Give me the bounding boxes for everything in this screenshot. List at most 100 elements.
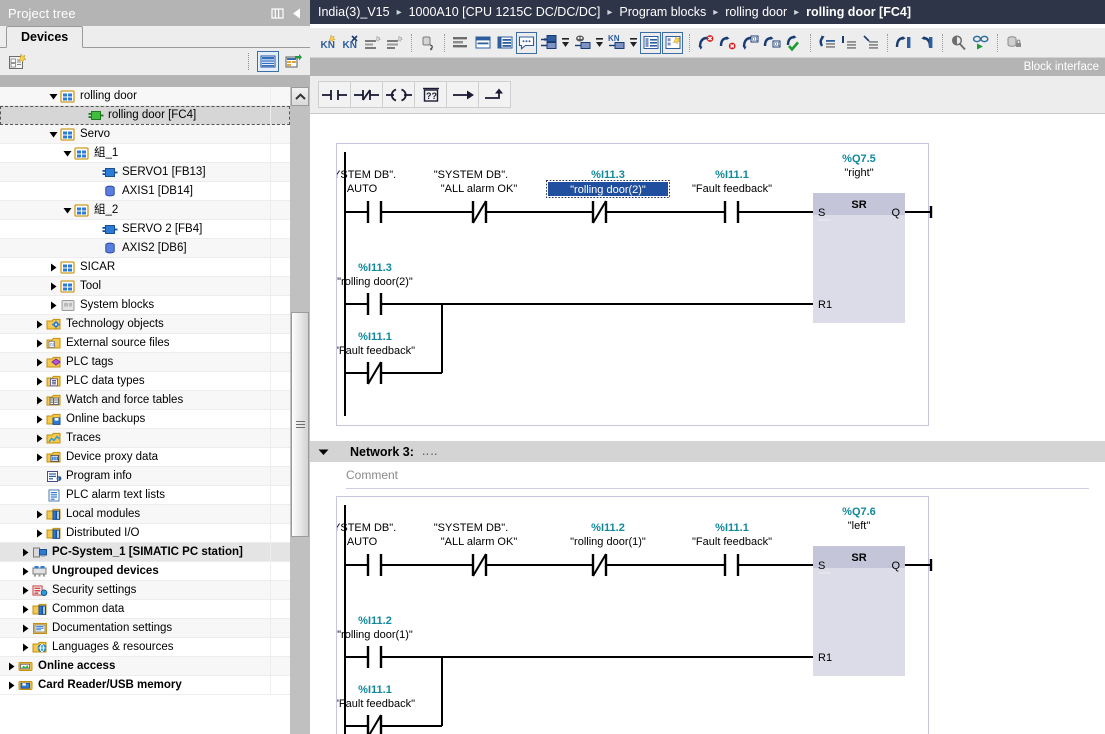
tree-twisty-right-icon[interactable] [34,433,45,444]
scroll-up-button[interactable] [291,87,309,106]
tree-item-plc-data-types[interactable]: PLC data types [0,372,290,391]
tree-twisty-right-icon[interactable] [6,661,17,672]
tree-item-traces[interactable]: Traces [0,429,290,448]
tree-twisty-right-icon[interactable] [20,566,31,577]
tree-twisty-down-icon[interactable] [62,148,73,159]
block-interface-bar[interactable]: Block interface [310,58,1105,76]
tree-item-technology-objects[interactable]: Technology objects [0,315,290,334]
tree-item-servo1-fb13[interactable]: SERVO1 [FB13] [0,163,290,182]
reorganize-icon[interactable] [662,31,683,54]
project-tree-scrollbar[interactable] [290,87,310,734]
table-view-icon[interactable] [257,51,279,72]
tree-item-axis2-db6[interactable]: AXIS2 [DB6] [0,239,290,258]
symbol-info-dropdown-icon[interactable] [560,32,571,54]
tree-twisty-right-icon[interactable] [34,319,45,330]
network-3-header[interactable]: Network 3: ‥‥ [310,441,1105,462]
tree-twisty-right-icon[interactable] [20,585,31,596]
ladder-canvas[interactable]: "SYSTEM DB". AUTO "SYSTEM DB". "ALL alar… [310,143,1105,734]
tree-item-sicar[interactable]: SICAR [0,258,290,277]
tree-item-external-source-files[interactable]: 01 External source files [0,334,290,353]
tree-item-servo[interactable]: Servo [0,125,290,144]
tree-item-online-access[interactable]: Online access [0,657,290,676]
favorites-bar-icon[interactable] [640,31,661,54]
new-device-icon[interactable] [6,51,28,72]
tree-twisty-down-icon[interactable] [62,205,73,216]
tree-twisty-right-icon[interactable] [34,509,45,520]
breadcrumb-item-1[interactable]: 1000A10 [CPU 1215C DC/DC/DC] [409,5,601,19]
network-3-comment-row[interactable]: Comment [310,462,1105,488]
monitor-icon[interactable] [948,32,969,54]
delete-network-icon[interactable]: KN [340,32,361,54]
tree-item-watch-and-force-tables[interactable]: Watch and force tables [0,391,290,410]
tree-twisty-right-icon[interactable] [34,452,45,463]
tree-twisty-right-icon[interactable] [20,642,31,653]
nav-back-icon[interactable] [893,32,914,54]
tree-item-pc-system-1-simatic-pc-station[interactable]: PC-System_1 [SIMATIC PC station] [0,543,290,562]
insert-network-icon[interactable]: KN [318,32,339,54]
tree-twisty-right-icon[interactable] [48,281,59,292]
tree-twisty-right-icon[interactable] [34,338,45,349]
tree-item-security-settings[interactable]: Security settings [0,581,290,600]
tree-item-device-proxy-data[interactable]: Device proxy data [0,448,290,467]
tree-item-axis1-db14[interactable]: AXIS1 [DB14] [0,182,290,201]
tree-item-online-backups[interactable]: Online backups [0,410,290,429]
collapse-left-icon[interactable] [291,7,303,20]
tree-item-system-blocks[interactable]: System blocks [0,296,290,315]
columns-icon[interactable] [271,7,284,20]
bookmark-clear-icon[interactable] [860,32,881,54]
tree-item-tool[interactable]: Tool [0,277,290,296]
no-contact-button[interactable] [318,81,351,108]
close-branch-button[interactable] [478,81,511,108]
nav-forward-icon[interactable] [915,32,936,54]
tab-devices[interactable]: Devices [6,26,84,48]
tree-twisty-right-icon[interactable] [20,547,31,558]
tree-item-rolling-door-fc4[interactable]: rolling door [FC4] [0,106,290,125]
bookmark-set-icon[interactable] [838,32,859,54]
go-to-error-icon[interactable] [695,32,716,54]
protect-block-icon[interactable] [1003,32,1024,54]
check-consistency-icon[interactable] [783,32,804,54]
goto-db2-icon[interactable]: 01 [761,32,782,54]
collapse-all-icon[interactable] [362,32,383,54]
tree-item-ungrouped-devices[interactable]: Ungrouped devices [0,562,290,581]
breadcrumb-item-2[interactable]: Program blocks [619,5,706,19]
comments-toggle-icon[interactable] [516,31,537,54]
empty-box-button[interactable]: ?? [414,81,447,108]
project-tree-scroll-area[interactable]: rolling door rolling door [FC4] Servo 組_1 SE… [0,87,310,734]
go-back-error-icon[interactable] [717,32,738,54]
crossref-info-icon[interactable]: KN [606,32,627,54]
tree-twisty-right-icon[interactable] [48,300,59,311]
goto-network-icon[interactable] [816,32,837,54]
tree-twisty-right-icon[interactable] [34,528,45,539]
tree-twisty-right-icon[interactable] [6,680,17,691]
breadcrumb-item-3[interactable]: rolling door [725,5,787,19]
symbol-info-icon[interactable] [538,32,559,54]
tree-item-rolling-door[interactable]: rolling door [0,87,290,106]
network-comment-icon[interactable] [472,32,493,54]
tree-item-1[interactable]: 組_1 [0,144,290,163]
tree-item-card-reader-usb-memory[interactable]: Card Reader/USB memory [0,676,290,695]
tree-twisty-down-icon[interactable] [48,91,59,102]
tree-item-program-info[interactable]: i Program info [0,467,290,486]
export-table-icon[interactable] [282,51,304,72]
tree-item-languages-resources[interactable]: Languages & resources [0,638,290,657]
tree-twisty-right-icon[interactable] [34,357,45,368]
operand-info-dropdown-icon[interactable] [594,32,605,54]
tree-twisty-right-icon[interactable] [48,262,59,273]
scrollbar-thumb[interactable] [291,312,309,537]
tree-item-local-modules[interactable]: Local modules [0,505,290,524]
crossref-dropdown-icon[interactable] [628,32,639,54]
network-collapse-caret-icon[interactable] [314,448,332,456]
breadcrumb-item-0[interactable]: India(3)_V15 [318,5,390,19]
tree-twisty-right-icon[interactable] [34,376,45,387]
nc-contact-button[interactable] [350,81,383,108]
network-2-rung[interactable]: "SYSTEM DB". AUTO "SYSTEM DB". "ALL alar… [336,143,933,426]
expand-all-icon[interactable] [384,32,405,54]
tree-item-documentation-settings[interactable]: Documentation settings [0,619,290,638]
tree-twisty-right-icon[interactable] [20,604,31,615]
tree-twisty-right-icon[interactable] [34,395,45,406]
tree-item-2[interactable]: 組_2 [0,201,290,220]
operand-info-icon[interactable] [572,32,593,54]
tree-item-plc-alarm-text-lists[interactable]: PLC alarm text lists [0,486,290,505]
tree-twisty-right-icon[interactable] [34,414,45,425]
